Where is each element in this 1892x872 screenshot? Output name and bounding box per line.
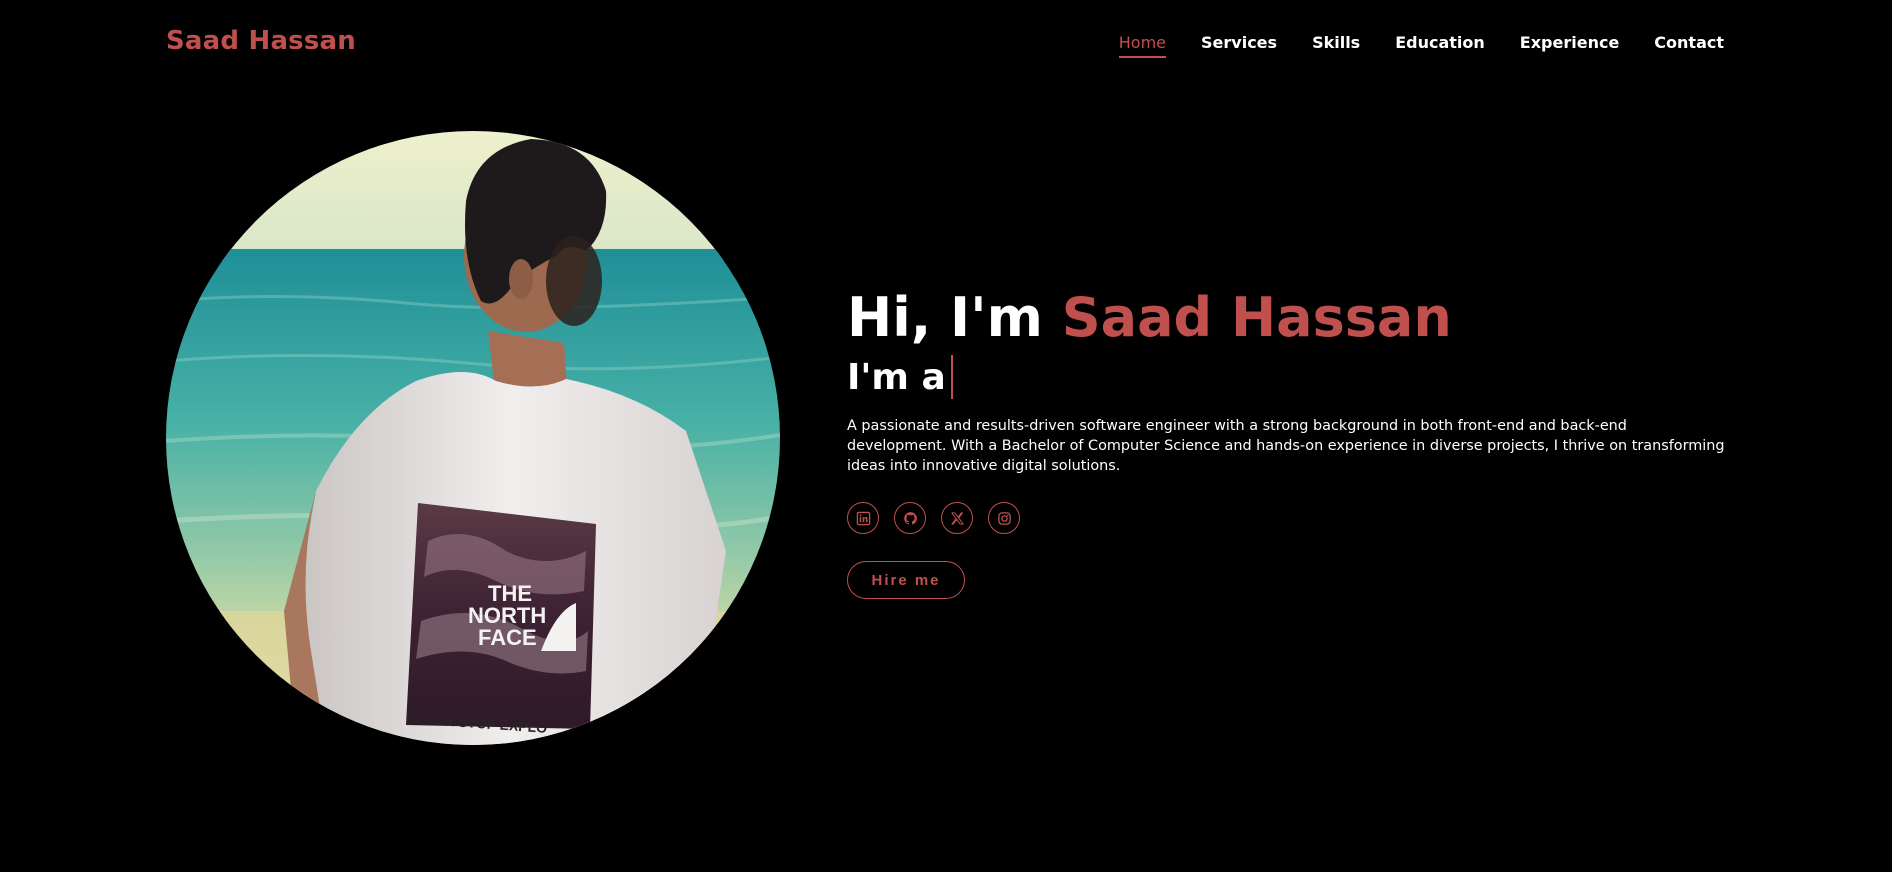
nav-item-skills[interactable]: Skills: [1312, 33, 1360, 56]
x-icon: [950, 511, 964, 525]
nav-item-services[interactable]: Services: [1201, 33, 1277, 56]
instagram-link[interactable]: [988, 502, 1020, 534]
x-link[interactable]: [941, 502, 973, 534]
nav-item-contact[interactable]: Contact: [1654, 33, 1724, 56]
greeting-name: Saad Hassan: [1061, 286, 1452, 349]
site-logo[interactable]: Saad Hassan: [166, 26, 356, 56]
nav-item-home[interactable]: Home: [1118, 33, 1167, 58]
instagram-icon: [997, 511, 1011, 525]
role-typing-line: I'm a: [847, 352, 1727, 402]
shirt-print-text-3: FACE: [478, 625, 537, 650]
linkedin-icon: [856, 511, 870, 525]
main-nav: Home Services Skills Education Experienc…: [1118, 33, 1724, 58]
nav-item-experience[interactable]: Experience: [1520, 33, 1620, 56]
hero-heading: Hi, I'm Saad Hassan: [847, 282, 1727, 354]
hero-section: Hi, I'm Saad Hassan I'm a A passionate a…: [847, 282, 1727, 599]
bio-text: A passionate and results-driven software…: [847, 418, 1725, 474]
greeting-prefix: Hi, I'm: [847, 286, 1043, 349]
role-prefix: I'm a: [847, 356, 946, 398]
typing-cursor: [950, 355, 953, 399]
nav-item-education[interactable]: Education: [1395, 33, 1485, 56]
page: Saad Hassan Home Services Skills Educati…: [0, 0, 1892, 872]
linkedin-link[interactable]: [847, 502, 879, 534]
hire-me-button[interactable]: Hire me: [847, 561, 965, 599]
github-link[interactable]: [894, 502, 926, 534]
github-icon: [903, 511, 917, 525]
social-links: [847, 502, 1727, 534]
profile-photo: THE NORTH FACE NEVER STOP EXPLO: [166, 131, 780, 745]
